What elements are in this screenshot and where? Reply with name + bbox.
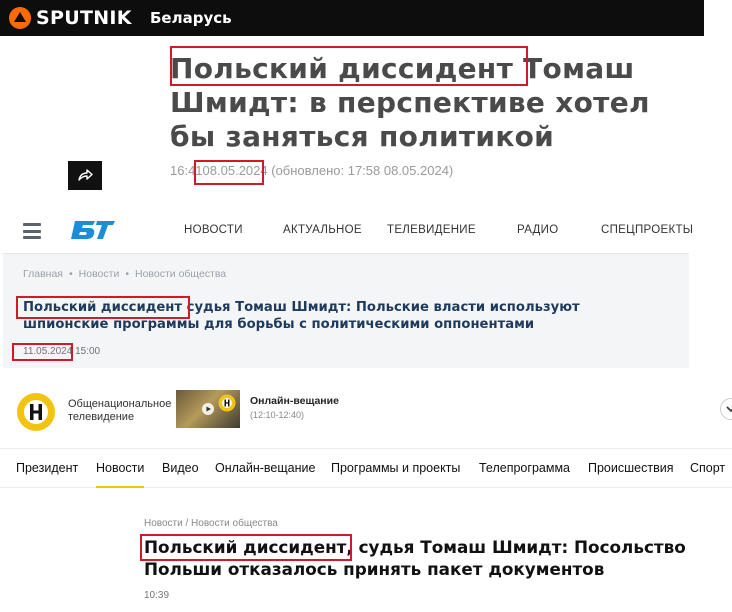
bt-nav-actual[interactable]: АКТУАЛЬНОЕ — [283, 224, 362, 236]
bt-logo[interactable]: БТ — [69, 219, 117, 241]
share-icon — [78, 169, 93, 181]
ont-menu-programs[interactable]: Программы и проекты — [331, 461, 460, 475]
ont-menu-live[interactable]: Онлайн-вещание — [215, 461, 315, 475]
sputnik-meta: 16:4108.05.2024 (обновлено: 17:58 08.05.… — [170, 162, 453, 180]
ont-brand-line2: телевидение — [68, 411, 135, 423]
bt-crumb-news[interactable]: Новости — [79, 268, 120, 280]
ont-header: Общенациональное телевидение Онлайн-веща… — [0, 380, 732, 448]
ont-brand: Общенациональное телевидение — [68, 398, 178, 424]
ont-main-menu: Президент Новости Видео Онлайн-вещание П… — [0, 448, 732, 488]
sputnik-header: SPUTNIK Беларусь — [0, 0, 704, 36]
active-tab-indicator — [96, 486, 144, 488]
bt-nav-tv[interactable]: ТЕЛЕВИДЕНИЕ — [387, 224, 476, 236]
menu-icon[interactable] — [23, 223, 41, 239]
ont-logo-icon[interactable] — [16, 392, 56, 432]
chevron-down-icon — [726, 406, 732, 413]
sputnik-date: 08.05.2024 — [202, 163, 268, 178]
bt-date: 11.05.2024 — [23, 346, 73, 357]
sputnik-time: 16:41 — [170, 163, 203, 178]
sputnik-region[interactable]: Беларусь — [150, 8, 232, 28]
expand-toggle[interactable] — [720, 398, 732, 420]
bt-breadcrumb: Главная • Новости • Новости общества — [23, 268, 227, 280]
sputnik-logo[interactable]: SPUTNIK — [36, 5, 132, 31]
bt-nav-special[interactable]: СПЕЦПРОЕКТЫ — [601, 224, 693, 236]
ont-thumb-logo-icon — [218, 394, 236, 412]
bt-nav-news[interactable]: НОВОСТИ — [184, 224, 243, 236]
sputnik-star-icon — [9, 7, 31, 29]
bt-section: БТ НОВОСТИ АКТУАЛЬНОЕ ТЕЛЕВИДЕНИЕ РАДИО … — [3, 208, 693, 368]
ont-article-time: 10:39 — [144, 590, 170, 601]
bt-logo-text: БТ — [69, 219, 71, 220]
ont-menu-video[interactable]: Видео — [162, 461, 199, 475]
bt-nav-radio[interactable]: РАДИО — [517, 224, 558, 236]
live-time: (12:10-12:40) — [250, 410, 305, 420]
bt-article-title: Польский диссидент судья Томаш Шмидт: По… — [23, 300, 580, 332]
live-label[interactable]: Онлайн-вещание — [250, 395, 339, 407]
bt-navbar: БТ НОВОСТИ АКТУАЛЬНОЕ ТЕЛЕВИДЕНИЕ РАДИО … — [3, 208, 693, 254]
bt-meta: 11.05.2024 15:00 — [23, 346, 100, 357]
bt-crumb-society[interactable]: Новости общества — [135, 268, 226, 280]
share-button[interactable] — [68, 161, 102, 190]
ont-breadcrumb[interactable]: Новости / Новости общества — [144, 518, 278, 529]
ont-menu-sport[interactable]: Спорт — [690, 461, 725, 475]
bt-crumb-home[interactable]: Главная — [23, 268, 63, 280]
bt-time: 15:00 — [75, 346, 101, 357]
sputnik-article-title: Польский диссидент Томаш Шмидт: в перспе… — [170, 52, 650, 153]
ont-menu-news[interactable]: Новости — [96, 461, 144, 475]
live-thumbnail[interactable] — [176, 390, 240, 428]
sputnik-updated: (обновлено: 17:58 08.05.2024) — [271, 163, 454, 178]
ont-menu-schedule[interactable]: Телепрограмма — [479, 461, 570, 475]
play-icon — [202, 403, 214, 415]
ont-brand-line1: Общенациональное — [68, 398, 172, 410]
ont-menu-incidents[interactable]: Происшествия — [588, 461, 673, 475]
ont-menu-president[interactable]: Президент — [16, 461, 78, 475]
ont-article-title: Польский диссидент, судья Томаш Шмидт: П… — [144, 537, 686, 579]
